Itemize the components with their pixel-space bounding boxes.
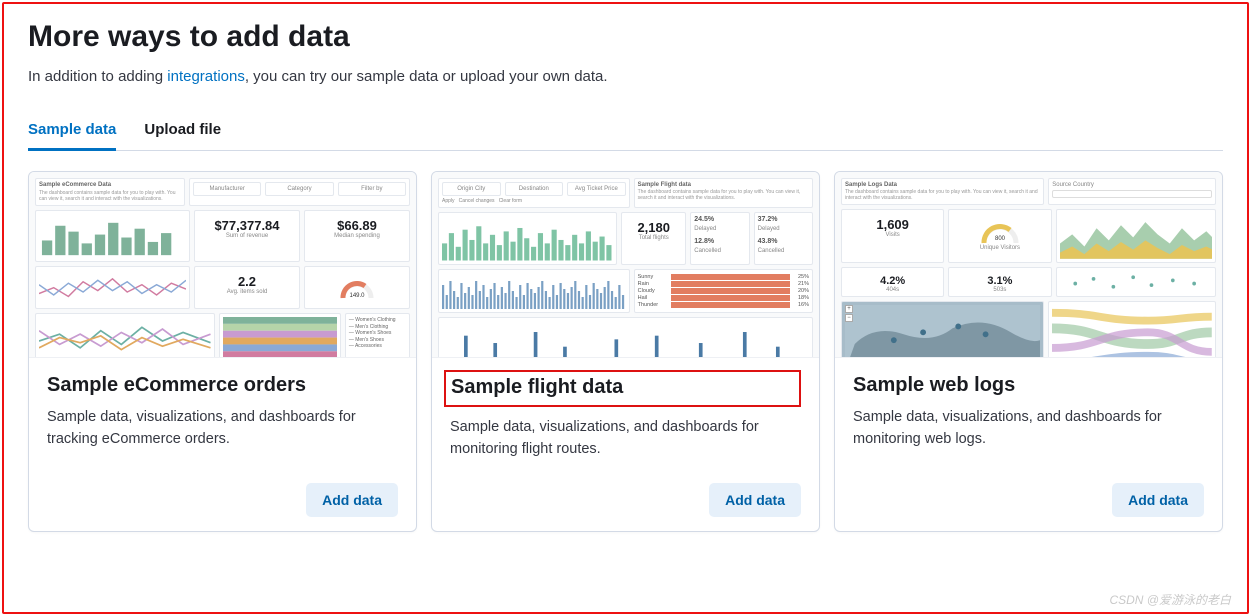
card-desc-ecommerce: Sample data, visualizations, and dashboa…: [47, 407, 398, 461]
area-chart-icon: [1060, 213, 1212, 259]
card-weblogs: Sample Logs DataThe dashboard contains s…: [834, 171, 1223, 532]
preview-flights: Origin City Destination Avg Ticket Price…: [432, 172, 819, 358]
scatter-icon: [1060, 271, 1212, 293]
preview-ecommerce: Sample eCommerce DataThe dashboard conta…: [29, 172, 416, 358]
intro-prefix: In addition to adding: [28, 68, 167, 85]
add-data-button-ecommerce[interactable]: Add data: [306, 483, 398, 517]
preview-weblogs: Sample Logs DataThe dashboard contains s…: [835, 172, 1222, 358]
tabs: Sample data Upload file: [28, 111, 1223, 151]
tab-upload-file[interactable]: Upload file: [144, 111, 221, 150]
gauge-icon: 800: [980, 221, 1020, 245]
stat-visits: 1,609: [845, 217, 940, 232]
sankey-icon: [1052, 305, 1212, 358]
stacked-bars-icon: [223, 317, 337, 358]
thin-bars-icon: [442, 273, 626, 309]
svg-text:800: 800: [995, 236, 1006, 242]
gauge-icon: 149.0: [339, 274, 375, 302]
integrations-link[interactable]: integrations: [167, 68, 245, 85]
stat-items: 2.2: [198, 274, 296, 289]
multiline-chart-icon: [39, 317, 211, 358]
stat-flights: 2,180: [625, 220, 682, 235]
svg-text:149.0: 149.0: [349, 293, 365, 299]
stat-median: $66.89: [308, 218, 406, 233]
card-title-flights: Sample flight data: [444, 370, 801, 407]
intro-suffix: , you can try our sample data or upload …: [245, 68, 608, 85]
card-flights: Origin City Destination Avg Ticket Price…: [431, 171, 820, 532]
preview-header: Sample Logs Data: [845, 182, 1040, 188]
tab-sample-data[interactable]: Sample data: [28, 111, 116, 150]
preview-header: Sample Flight data: [638, 182, 809, 188]
line-chart-icon: [39, 270, 186, 305]
bar-chart-icon: [39, 214, 186, 258]
card-grid: Sample eCommerce DataThe dashboard conta…: [28, 171, 1223, 532]
stat-503: 3.1%: [952, 275, 1047, 287]
preview-header: Sample eCommerce Data: [39, 182, 181, 188]
card-title-weblogs: Sample web logs: [853, 374, 1204, 397]
card-desc-flights: Sample data, visualizations, and dashboa…: [450, 417, 801, 461]
map-icon: [845, 305, 1040, 358]
card-title-ecommerce: Sample eCommerce orders: [47, 374, 398, 397]
weather-bars: Sunny25% Rain21% Cloudy20% Hail18% Thund…: [634, 269, 813, 313]
card-desc-weblogs: Sample data, visualizations, and dashboa…: [853, 407, 1204, 461]
add-data-button-weblogs[interactable]: Add data: [1112, 483, 1204, 517]
green-bars-icon: [442, 216, 613, 261]
page-title: More ways to add data: [28, 20, 1223, 54]
stat-404: 4.2%: [845, 275, 940, 287]
intro-text: In addition to adding integrations, you …: [28, 68, 1223, 85]
watermark: CSDN @爱游泳的老白: [1109, 591, 1231, 608]
add-data-button-flights[interactable]: Add data: [709, 483, 801, 517]
sparkline-icon: [442, 321, 809, 359]
card-ecommerce: Sample eCommerce DataThe dashboard conta…: [28, 171, 417, 532]
stat-revenue: $77,377.84: [198, 218, 296, 233]
